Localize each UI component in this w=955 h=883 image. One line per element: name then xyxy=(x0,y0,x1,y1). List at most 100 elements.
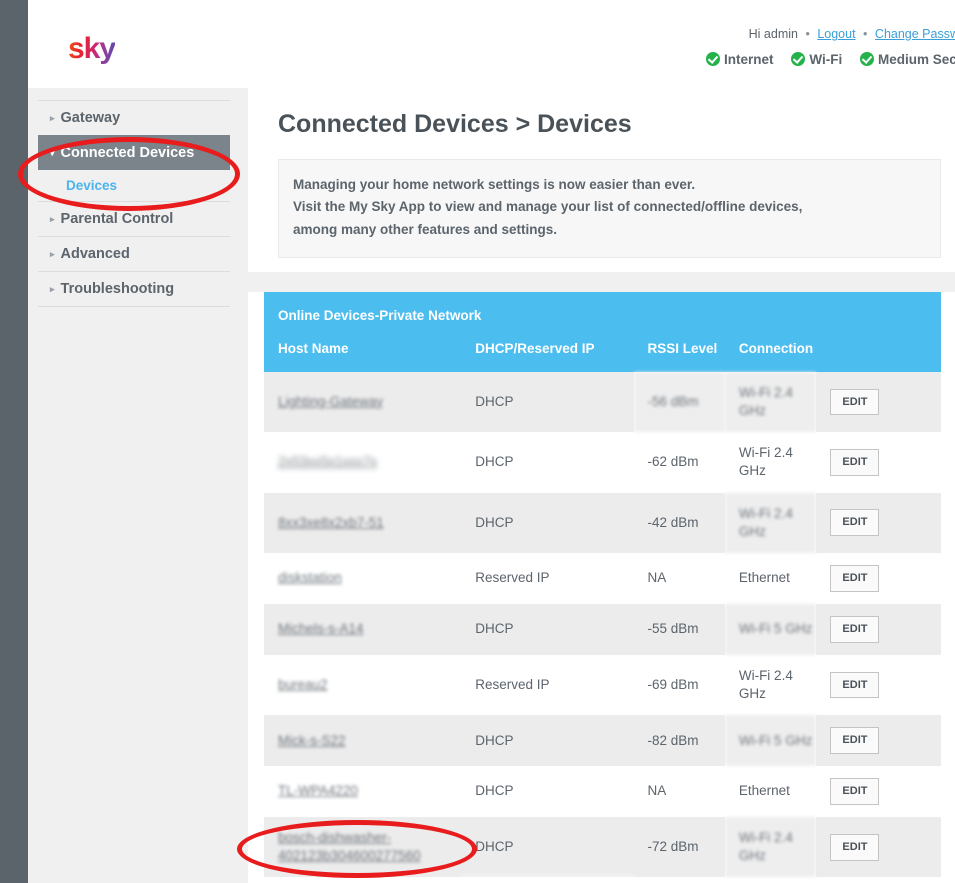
logout-link[interactable]: Logout xyxy=(817,27,855,41)
cell-actions: EDIT xyxy=(816,492,941,554)
notice-line-3: among many other features and settings. xyxy=(293,221,558,237)
host-name-link[interactable]: TL-WPA4220 xyxy=(278,783,358,798)
cell-connection: Wi-Fi 2.4 GHz xyxy=(724,492,817,554)
cell-dhcp-reserved-ip: Reserved IP xyxy=(461,553,634,604)
cell-host-name: Mick-s-S22 xyxy=(264,715,462,767)
status-indicator-bar: Internet Wi-Fi Medium Secu xyxy=(692,50,955,67)
sidebar-item-label: Gateway xyxy=(60,110,121,126)
status-badge-internet: Internet xyxy=(706,50,774,67)
table-row: TL-WPA4220 DHCP NA Ethernet EDIT xyxy=(264,766,941,817)
sidebar-item-parental-control[interactable]: ▸ Parental Control xyxy=(38,201,230,236)
column-header-host-name[interactable]: Host Name xyxy=(264,336,462,372)
table-row: Camera-1Reserved IP-20 dBmWi-Fi 2.4 GHzE… xyxy=(264,877,941,883)
cell-rssi-level: -42 dBm xyxy=(633,492,725,554)
sidebar-item-troubleshooting[interactable]: ▸ Troubleshooting xyxy=(38,271,230,306)
edit-button[interactable]: EDIT xyxy=(830,671,880,699)
sky-logo[interactable]: sky xyxy=(68,32,116,66)
cell-host-name: bosch-dishwasher-402123b304600277560 xyxy=(264,816,462,878)
chevron-right-icon: ▸ xyxy=(50,284,55,294)
info-notice: Managing your home network settings is n… xyxy=(278,159,941,258)
devices-card: Online Devices-Private Network Host Name… xyxy=(248,291,955,883)
host-name-link[interactable]: Mick-s-S22 xyxy=(278,733,346,748)
sidebar-item-label: Connected Devices xyxy=(60,145,195,161)
host-name-link[interactable]: bosch-dishwasher-402123b304600277560 xyxy=(278,830,421,863)
host-name-link[interactable]: Michels-s-A14 xyxy=(278,621,364,636)
sidebar-nav: ▸ Gateway ▾ Connected Devices Devices ▸ Par… xyxy=(38,100,230,307)
column-header-dhcp-ip[interactable]: DHCP/Reserved IP xyxy=(461,336,634,372)
cell-connection: Wi-Fi 2.4 GHz xyxy=(724,432,817,493)
cell-rssi-level: -20 dBm xyxy=(633,877,725,883)
cell-connection: Wi-Fi 2.4 GHz xyxy=(724,816,817,878)
sidebar-item-label: Troubleshooting xyxy=(60,281,175,297)
cell-connection: Ethernet xyxy=(724,766,817,817)
cell-actions: EDIT xyxy=(816,715,941,767)
table-row: Mick-s-S22 DHCP -82 dBm Wi-Fi 5 GHz EDIT xyxy=(264,715,941,767)
notice-wrap: Managing your home network settings is n… xyxy=(248,159,955,272)
cell-connection: Wi-Fi 5 GHz xyxy=(724,603,817,655)
sidebar-subitem-devices[interactable]: Devices xyxy=(38,170,230,201)
host-name-link[interactable]: Lighting-Gateway xyxy=(278,394,383,409)
separator-dot-2: • xyxy=(863,27,868,41)
edit-button[interactable]: EDIT xyxy=(830,449,880,476)
cell-actions: EDIT xyxy=(816,553,941,604)
sidebar-item-gateway[interactable]: ▸ Gateway xyxy=(38,100,230,135)
check-circle-icon xyxy=(859,52,874,66)
table-body: Lighting-Gateway DHCP -56 dBm Wi-Fi 2.4 GHz… xyxy=(264,371,941,883)
chevron-right-icon: ▸ xyxy=(50,214,55,224)
cell-actions: EDIT xyxy=(816,877,941,883)
table-title: Online Devices-Private Network xyxy=(278,307,482,323)
page-header: sky Hi admin • Logout • Change Passw Int… xyxy=(28,0,955,88)
host-name-link[interactable]: bureau2 xyxy=(278,677,328,692)
chevron-down-icon: ▾ xyxy=(50,148,55,158)
page-title-bar: Connected Devices > Devices xyxy=(248,88,955,159)
edit-button[interactable]: EDIT xyxy=(830,778,880,805)
check-circle-icon xyxy=(706,52,721,66)
edit-button[interactable]: EDIT xyxy=(830,509,880,537)
cell-host-name: Camera-1 xyxy=(264,877,462,883)
host-name-link[interactable]: diskstation xyxy=(278,570,342,585)
cell-actions: EDIT xyxy=(816,371,941,433)
edit-button[interactable]: EDIT xyxy=(830,727,880,755)
greeting-text: Hi admin xyxy=(748,27,798,41)
status-label-wifi: Wi-Fi xyxy=(809,52,843,67)
account-links: Hi admin • Logout • Change Passw xyxy=(749,27,955,41)
page-root: sky Hi admin • Logout • Change Passw Int… xyxy=(0,0,955,883)
column-header-rssi-level[interactable]: RSSI Level xyxy=(633,336,725,372)
cell-rssi-level: -62 dBm xyxy=(633,432,725,493)
edit-button[interactable]: EDIT xyxy=(830,388,880,416)
cell-dhcp-reserved-ip: DHCP xyxy=(461,766,634,817)
separator-dot-1: • xyxy=(805,27,810,41)
cell-host-name: Michels-s-A14 xyxy=(264,603,462,655)
cell-connection: Wi-Fi 2.4 GHz xyxy=(724,371,817,433)
sidebar-item-advanced[interactable]: ▸ Advanced xyxy=(38,236,230,271)
notice-line-2: Visit the My Sky App to view and manage … xyxy=(293,199,803,215)
cell-connection: Ethernet xyxy=(724,553,817,604)
status-label-internet: Internet xyxy=(724,52,774,67)
cell-host-name: Lighting-Gateway xyxy=(264,371,462,433)
cell-rssi-level: NA xyxy=(633,766,725,817)
table-header-bar: Online Devices-Private Network xyxy=(264,291,941,337)
cell-dhcp-reserved-ip: DHCP xyxy=(461,816,634,878)
edit-button[interactable]: EDIT xyxy=(830,615,880,643)
cell-dhcp-reserved-ip: DHCP xyxy=(461,371,634,433)
column-header-connection[interactable]: Connection xyxy=(724,336,817,372)
section-gap xyxy=(248,271,955,292)
cell-connection: Wi-Fi 5 GHz xyxy=(724,715,817,767)
column-header-actions xyxy=(816,336,941,372)
change-password-link[interactable]: Change Passw xyxy=(875,27,955,41)
status-badge-wifi: Wi-Fi xyxy=(791,50,842,67)
cell-host-name: bureau2 xyxy=(264,654,462,716)
edit-button[interactable]: EDIT xyxy=(830,833,880,861)
sidebar-item-connected-devices[interactable]: ▾ Connected Devices xyxy=(38,135,230,170)
host-name-link[interactable]: 2x53xx5x1xxx7x xyxy=(278,454,377,469)
page-title: Connected Devices > Devices xyxy=(278,110,632,138)
cell-host-name: TL-WPA4220 xyxy=(264,766,462,817)
cell-host-name: diskstation xyxy=(264,553,462,604)
cell-rssi-level: -55 dBm xyxy=(633,603,725,655)
host-name-link[interactable]: 8xx3xe8x2xb7-51 xyxy=(278,515,384,530)
table-row: diskstation Reserved IP NA Ethernet EDIT xyxy=(264,553,941,604)
edit-button[interactable]: EDIT xyxy=(830,565,880,592)
table-head: Host Name DHCP/Reserved IP RSSI Level Co… xyxy=(264,336,941,372)
table-row: 8xx3xe8x2xb7-51 DHCP -42 dBm Wi-Fi 2.4 GHz E… xyxy=(264,492,941,554)
cell-dhcp-reserved-ip: DHCP xyxy=(461,492,634,554)
